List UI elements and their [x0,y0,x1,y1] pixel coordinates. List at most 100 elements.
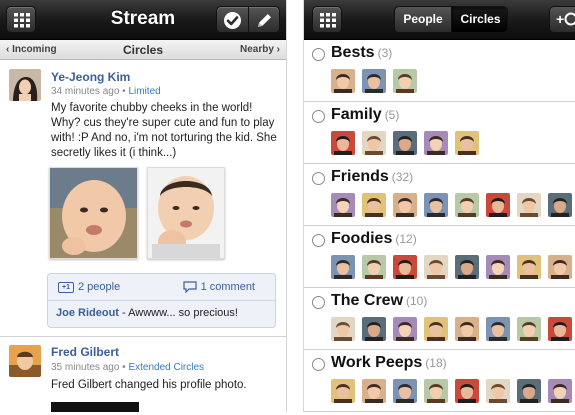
member-avatar[interactable] [424,131,448,155]
stream-actions [216,6,280,33]
member-avatar[interactable] [517,317,541,341]
screenshot-root: Stream ‹ Incoming Circles Nearby › Ye-Je… [0,0,575,415]
person-photo-icon [517,317,541,341]
member-avatar[interactable] [331,193,355,217]
member-avatar[interactable] [486,317,510,341]
member-avatar[interactable] [455,379,479,403]
person-photo-icon [424,255,448,279]
member-avatar[interactable] [393,193,417,217]
circle-select-radio[interactable] [312,172,325,185]
comment-author[interactable]: Joe Rideout [56,307,119,319]
member-avatar[interactable] [331,317,355,341]
check-in-icon[interactable] [223,11,242,30]
member-avatar[interactable] [331,131,355,155]
member-avatar[interactable] [331,379,355,403]
circle-name[interactable]: Bests (3) [331,44,392,62]
member-avatar[interactable] [548,255,572,279]
member-avatar[interactable] [517,255,541,279]
circle-row[interactable]: Family (5) [304,102,575,164]
member-avatar[interactable] [455,255,479,279]
add-circle-button[interactable]: + [549,6,575,33]
member-avatar[interactable] [455,131,479,155]
member-avatar[interactable] [393,317,417,341]
circle-row[interactable]: Work Peeps (18) [304,350,575,412]
post-time: 34 minutes ago [51,86,120,97]
circle-row[interactable]: Friends (32) [304,164,575,226]
member-avatar[interactable] [393,131,417,155]
post-photo[interactable] [51,402,139,412]
circle-row[interactable]: Foodies (12) [304,226,575,288]
member-avatar[interactable] [548,193,572,217]
person-photo-icon [331,379,355,403]
member-avatar[interactable] [362,131,386,155]
circle-name[interactable]: Foodies (12) [331,230,417,248]
avatar[interactable] [9,345,41,377]
member-avatar[interactable] [331,255,355,279]
person-photo-icon [393,379,417,403]
member-avatar[interactable] [548,317,572,341]
person-photo-icon [331,131,355,155]
plus-one-count[interactable]: +1 2 people [58,281,120,293]
tab-circles[interactable]: Circles [452,7,507,32]
member-avatar[interactable] [455,317,479,341]
member-avatar[interactable] [362,193,386,217]
member-avatar[interactable] [486,255,510,279]
member-avatar[interactable] [393,379,417,403]
person-photo-icon [517,379,541,403]
member-avatar[interactable] [362,317,386,341]
member-avatar[interactable] [424,193,448,217]
member-avatar[interactable] [424,317,448,341]
profile-photo-icon [9,345,41,377]
member-avatar[interactable] [455,193,479,217]
comment-count[interactable]: 1 comment [182,281,255,294]
person-photo-icon [331,193,355,217]
circle-name[interactable]: Family (5) [331,106,399,124]
circle-select-radio[interactable] [312,296,325,309]
member-avatar[interactable] [331,69,355,93]
tab-people[interactable]: People [395,7,452,32]
post-meta: 34 minutes ago • Limited [51,86,161,97]
member-avatar[interactable] [486,379,510,403]
member-avatar[interactable] [517,379,541,403]
latest-comment[interactable]: Joe Rideout - Awwww... so precious! [56,307,238,319]
circles-top-bar: People Circles + [304,0,575,40]
person-photo-icon [424,379,448,403]
member-avatar[interactable] [424,255,448,279]
post-photo[interactable] [147,167,225,259]
circle-name-label: Work Peeps [331,354,423,371]
member-avatar[interactable] [393,69,417,93]
circle-row[interactable]: Bests (3) [304,40,575,102]
grid-icon [320,13,336,28]
circle-name-label: Friends [331,168,389,185]
person-photo-icon [331,69,355,93]
nearby-link[interactable]: Nearby › [240,44,280,55]
circle-name[interactable]: Work Peeps (18) [331,354,447,372]
compose-pencil-icon[interactable] [255,11,274,30]
member-avatar[interactable] [486,193,510,217]
person-photo-icon [393,193,417,217]
circle-select-radio[interactable] [312,110,325,123]
post-author[interactable]: Ye-Jeong Kim [51,70,130,84]
apps-grid-button[interactable] [312,6,342,33]
circle-name-label: Family [331,106,382,123]
avatar[interactable] [9,69,41,101]
circle-select-radio[interactable] [312,234,325,247]
post-text: Fred Gilbert changed his profile photo. [51,379,247,391]
post-photo[interactable] [49,167,138,259]
member-avatar[interactable] [517,193,541,217]
circle-name[interactable]: The Crew (10) [331,292,427,310]
member-avatar[interactable] [393,255,417,279]
member-avatar[interactable] [548,379,572,403]
member-avatar[interactable] [362,255,386,279]
circle-row[interactable]: The Crew (10) [304,288,575,350]
post-visibility[interactable]: Limited [128,86,160,97]
person-photo-icon [455,193,479,217]
member-avatar[interactable] [362,379,386,403]
circle-select-radio[interactable] [312,358,325,371]
post-author[interactable]: Fred Gilbert [51,345,119,359]
circle-name[interactable]: Friends (32) [331,168,413,186]
member-avatar[interactable] [424,379,448,403]
member-avatar[interactable] [362,69,386,93]
circle-select-radio[interactable] [312,48,325,61]
post-visibility[interactable]: Extended Circles [128,362,204,373]
